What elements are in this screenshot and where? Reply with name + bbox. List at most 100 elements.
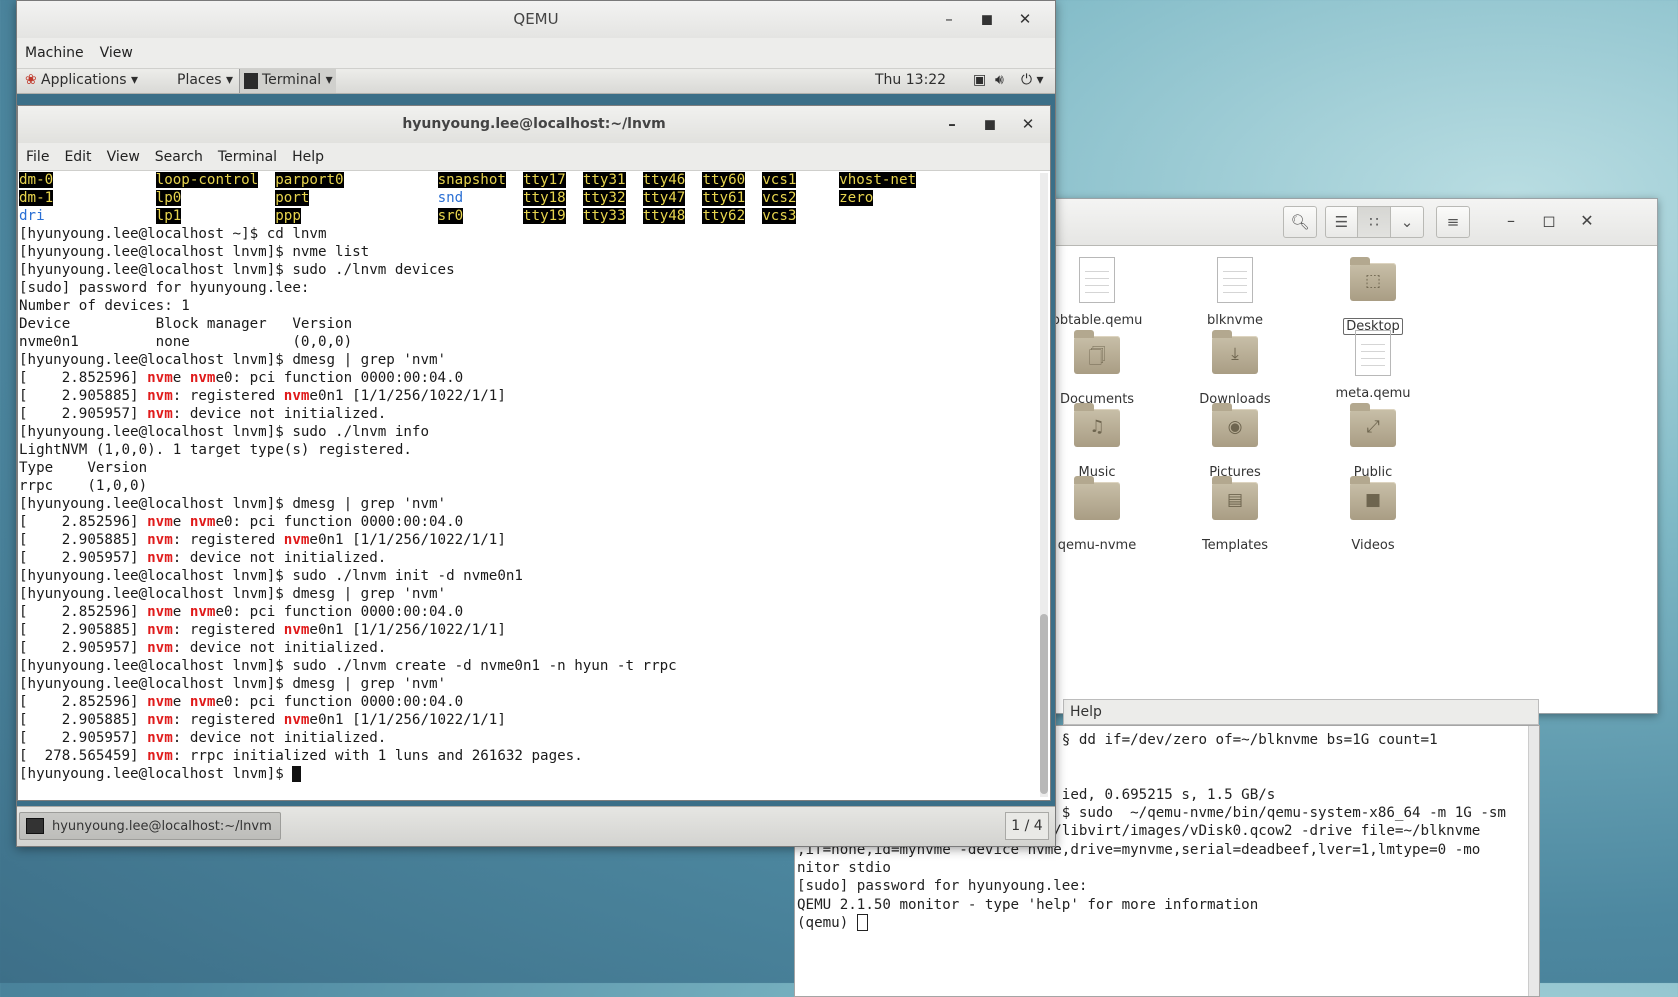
document-icon	[1355, 330, 1391, 376]
terminal-line: Number of devices: 1	[19, 298, 190, 314]
places-menu[interactable]: Places ▾	[177, 72, 233, 88]
volume-icon[interactable]: 🔊︎	[995, 72, 1004, 88]
qemu-titlebar: QEMU – ◼ ✕	[17, 1, 1055, 38]
terminal-line: [hyunyoung.lee@localhost lnvm]$ _	[19, 766, 301, 782]
terminal-output: dm-0 loop-control parport0 snapshot tty1…	[19, 171, 917, 783]
search-button[interactable]: 🔍︎	[1283, 206, 1317, 238]
gnome-bottom-taskbar: hyunyoung.lee@localhost:~/lnvm 1 / 4	[17, 806, 1055, 846]
menu-terminal[interactable]: Terminal	[218, 149, 277, 165]
terminal-line: Type Version	[19, 460, 148, 476]
file-label: Templates	[1201, 538, 1269, 553]
minimize-icon: –	[1507, 211, 1515, 230]
clock[interactable]: Thu 13:22	[875, 72, 946, 88]
menu-edit[interactable]: Edit	[64, 149, 91, 165]
file-item-blknvme[interactable]: blknvme	[1165, 253, 1305, 328]
terminal-line: Device Block manager Version	[19, 316, 353, 332]
terminal-line: [ 2.905885] nvm: registered nvme0n1 [1/1…	[19, 622, 506, 638]
terminal-line: [hyunyoung.lee@localhost lnvm]$ sudo ./l…	[19, 658, 677, 674]
file-label: Videos	[1351, 538, 1395, 553]
document-icon	[1217, 257, 1253, 303]
file-item-downloads[interactable]: ⤓ Downloads	[1165, 326, 1305, 407]
text-cursor: _	[292, 766, 301, 782]
menu-search[interactable]: Search	[155, 149, 203, 165]
menu-file[interactable]: File	[26, 149, 49, 165]
workspace-switcher[interactable]: 1 / 4	[1005, 812, 1049, 840]
scrollbar-thumb[interactable]	[1040, 614, 1048, 794]
minimize-button[interactable]: –	[1501, 211, 1521, 230]
monitor-line: [sudo] password for hyunyoung.lee:	[797, 878, 1088, 895]
screen-icon[interactable]: ▣	[973, 72, 986, 88]
close-button[interactable]: ✕	[1013, 1, 1037, 38]
menu-help[interactable]: Help	[292, 149, 324, 165]
terminal-app-menu[interactable]: Terminal ▾	[239, 69, 336, 93]
terminal-output-area[interactable]: dm-0 loop-control parport0 snapshot tty1…	[18, 171, 1034, 800]
menu-view[interactable]: View	[107, 149, 140, 165]
terminal-line: [sudo] password for hyunyoung.lee:	[19, 280, 310, 296]
qemu-window: QEMU – ◼ ✕ Machine View ❀ Applications ▾…	[16, 0, 1056, 847]
menu-button[interactable]: ≡	[1436, 206, 1470, 238]
terminal-line: LightNVM (1,0,0). 1 target type(s) regis…	[19, 442, 412, 458]
applications-label: Applications	[41, 72, 127, 88]
files-header-bar: 🔍︎ ☰ ∷ ⌄ ≡ – ◻ ✕	[1031, 199, 1657, 246]
file-item-videos[interactable]: ■ Videos	[1303, 472, 1443, 553]
terminal-line: [hyunyoung.lee@localhost lnvm]$ sudo ./l…	[19, 262, 455, 278]
terminal-line: [ 2.852596] nvme nvme0: pci function 000…	[19, 694, 464, 710]
terminal-line: [hyunyoung.lee@localhost lnvm]$ dmesg | …	[19, 676, 447, 692]
applications-menu[interactable]: Applications ▾	[41, 72, 138, 88]
view-options-button[interactable]: ⌄	[1390, 206, 1424, 238]
terminal-line: [hyunyoung.lee@localhost ~]$ cd lnvm	[19, 226, 327, 242]
terminal-line: [hyunyoung.lee@localhost lnvm]$ sudo ./l…	[19, 568, 523, 584]
gnome-top-panel: ❀ Applications ▾ Places ▾ Terminal ▾ Thu…	[17, 69, 1055, 94]
terminal-line: [ 2.905885] nvm: registered nvme0n1 [1/1…	[19, 388, 506, 404]
maximize-button[interactable]: ◻	[1539, 211, 1559, 230]
text-cursor	[856, 914, 868, 932]
taskbar-terminal-button[interactable]: hyunyoung.lee@localhost:~/lnvm	[19, 812, 281, 840]
menu-view[interactable]: View	[100, 45, 133, 61]
minimize-icon: –	[948, 115, 956, 133]
close-icon: ✕	[1580, 211, 1594, 230]
menu-machine[interactable]: Machine	[25, 45, 84, 61]
list-view-button[interactable]: ☰	[1325, 206, 1358, 238]
terminal-line: [hyunyoung.lee@localhost lnvm]$ sudo ./l…	[19, 424, 429, 440]
file-item-public[interactable]: ⤢ Public	[1303, 399, 1443, 480]
menu-help[interactable]: Help	[1070, 704, 1102, 720]
file-item-desktop[interactable]: ⬚ Desktop	[1303, 253, 1443, 335]
minimize-button[interactable]: –	[940, 106, 964, 143]
minimize-icon: –	[945, 10, 953, 28]
terminal-icon	[26, 818, 44, 834]
minimize-button[interactable]: –	[937, 1, 961, 38]
close-icon: ✕	[1021, 115, 1035, 133]
folder-downloads-icon: ⤓	[1212, 330, 1258, 374]
maximize-button[interactable]: ◼	[975, 1, 999, 38]
folder-music-icon: ♫	[1074, 403, 1120, 447]
file-item-pictures[interactable]: ◉ Pictures	[1165, 399, 1305, 480]
maximize-button[interactable]: ◼	[978, 106, 1002, 143]
places-label: Places	[177, 72, 222, 88]
terminal-window[interactable]: hyunyoung.lee@localhost:~/lnvm – ◼ ✕ Fil…	[17, 105, 1051, 801]
terminal-line: dri lp1 ppp sr0 tty19 tty33 tty48 tty62 …	[19, 208, 797, 224]
grid-view-button[interactable]: ∷	[1357, 206, 1391, 238]
file-grid: bbtable.qemu blknvme ⬚ Desktop 🗍︎ Docume…	[1031, 246, 1657, 711]
scrollbar[interactable]	[1528, 726, 1539, 996]
qemu-menubar: Machine View	[17, 38, 1055, 69]
close-button[interactable]: ✕	[1577, 211, 1597, 230]
guest-display[interactable]: ❀ Applications ▾ Places ▾ Terminal ▾ Thu…	[17, 69, 1055, 846]
monitor-line: nitor stdio	[797, 860, 891, 877]
terminal-line: [hyunyoung.lee@localhost lnvm]$ dmesg | …	[19, 352, 447, 368]
power-icon[interactable]: ⏻ ▾	[1021, 72, 1044, 88]
terminal-line: dm-0 loop-control parport0 snapshot tty1…	[19, 172, 917, 188]
maximize-icon: ◼	[980, 10, 994, 28]
close-button[interactable]: ✕	[1016, 106, 1040, 143]
gnome-foot-icon: ❀	[25, 72, 37, 88]
search-icon: 🔍︎	[1290, 213, 1310, 231]
maximize-icon: ◼	[983, 115, 997, 133]
terminal-line: [ 278.565459] nvm: rrpc initialized with…	[19, 748, 583, 764]
terminal-icon	[244, 73, 258, 89]
terminal-line: [hyunyoung.lee@localhost lnvm]$ dmesg | …	[19, 496, 447, 512]
file-item-meta[interactable]: meta.qemu	[1303, 326, 1443, 401]
terminal-label: Terminal	[262, 72, 322, 88]
terminal-line: [ 2.852596] nvme nvme0: pci function 000…	[19, 370, 464, 386]
close-icon: ✕	[1018, 10, 1032, 28]
terminal-line: [ 2.852596] nvme nvme0: pci function 000…	[19, 514, 464, 530]
file-item-templates[interactable]: ▤ Templates	[1165, 472, 1305, 553]
